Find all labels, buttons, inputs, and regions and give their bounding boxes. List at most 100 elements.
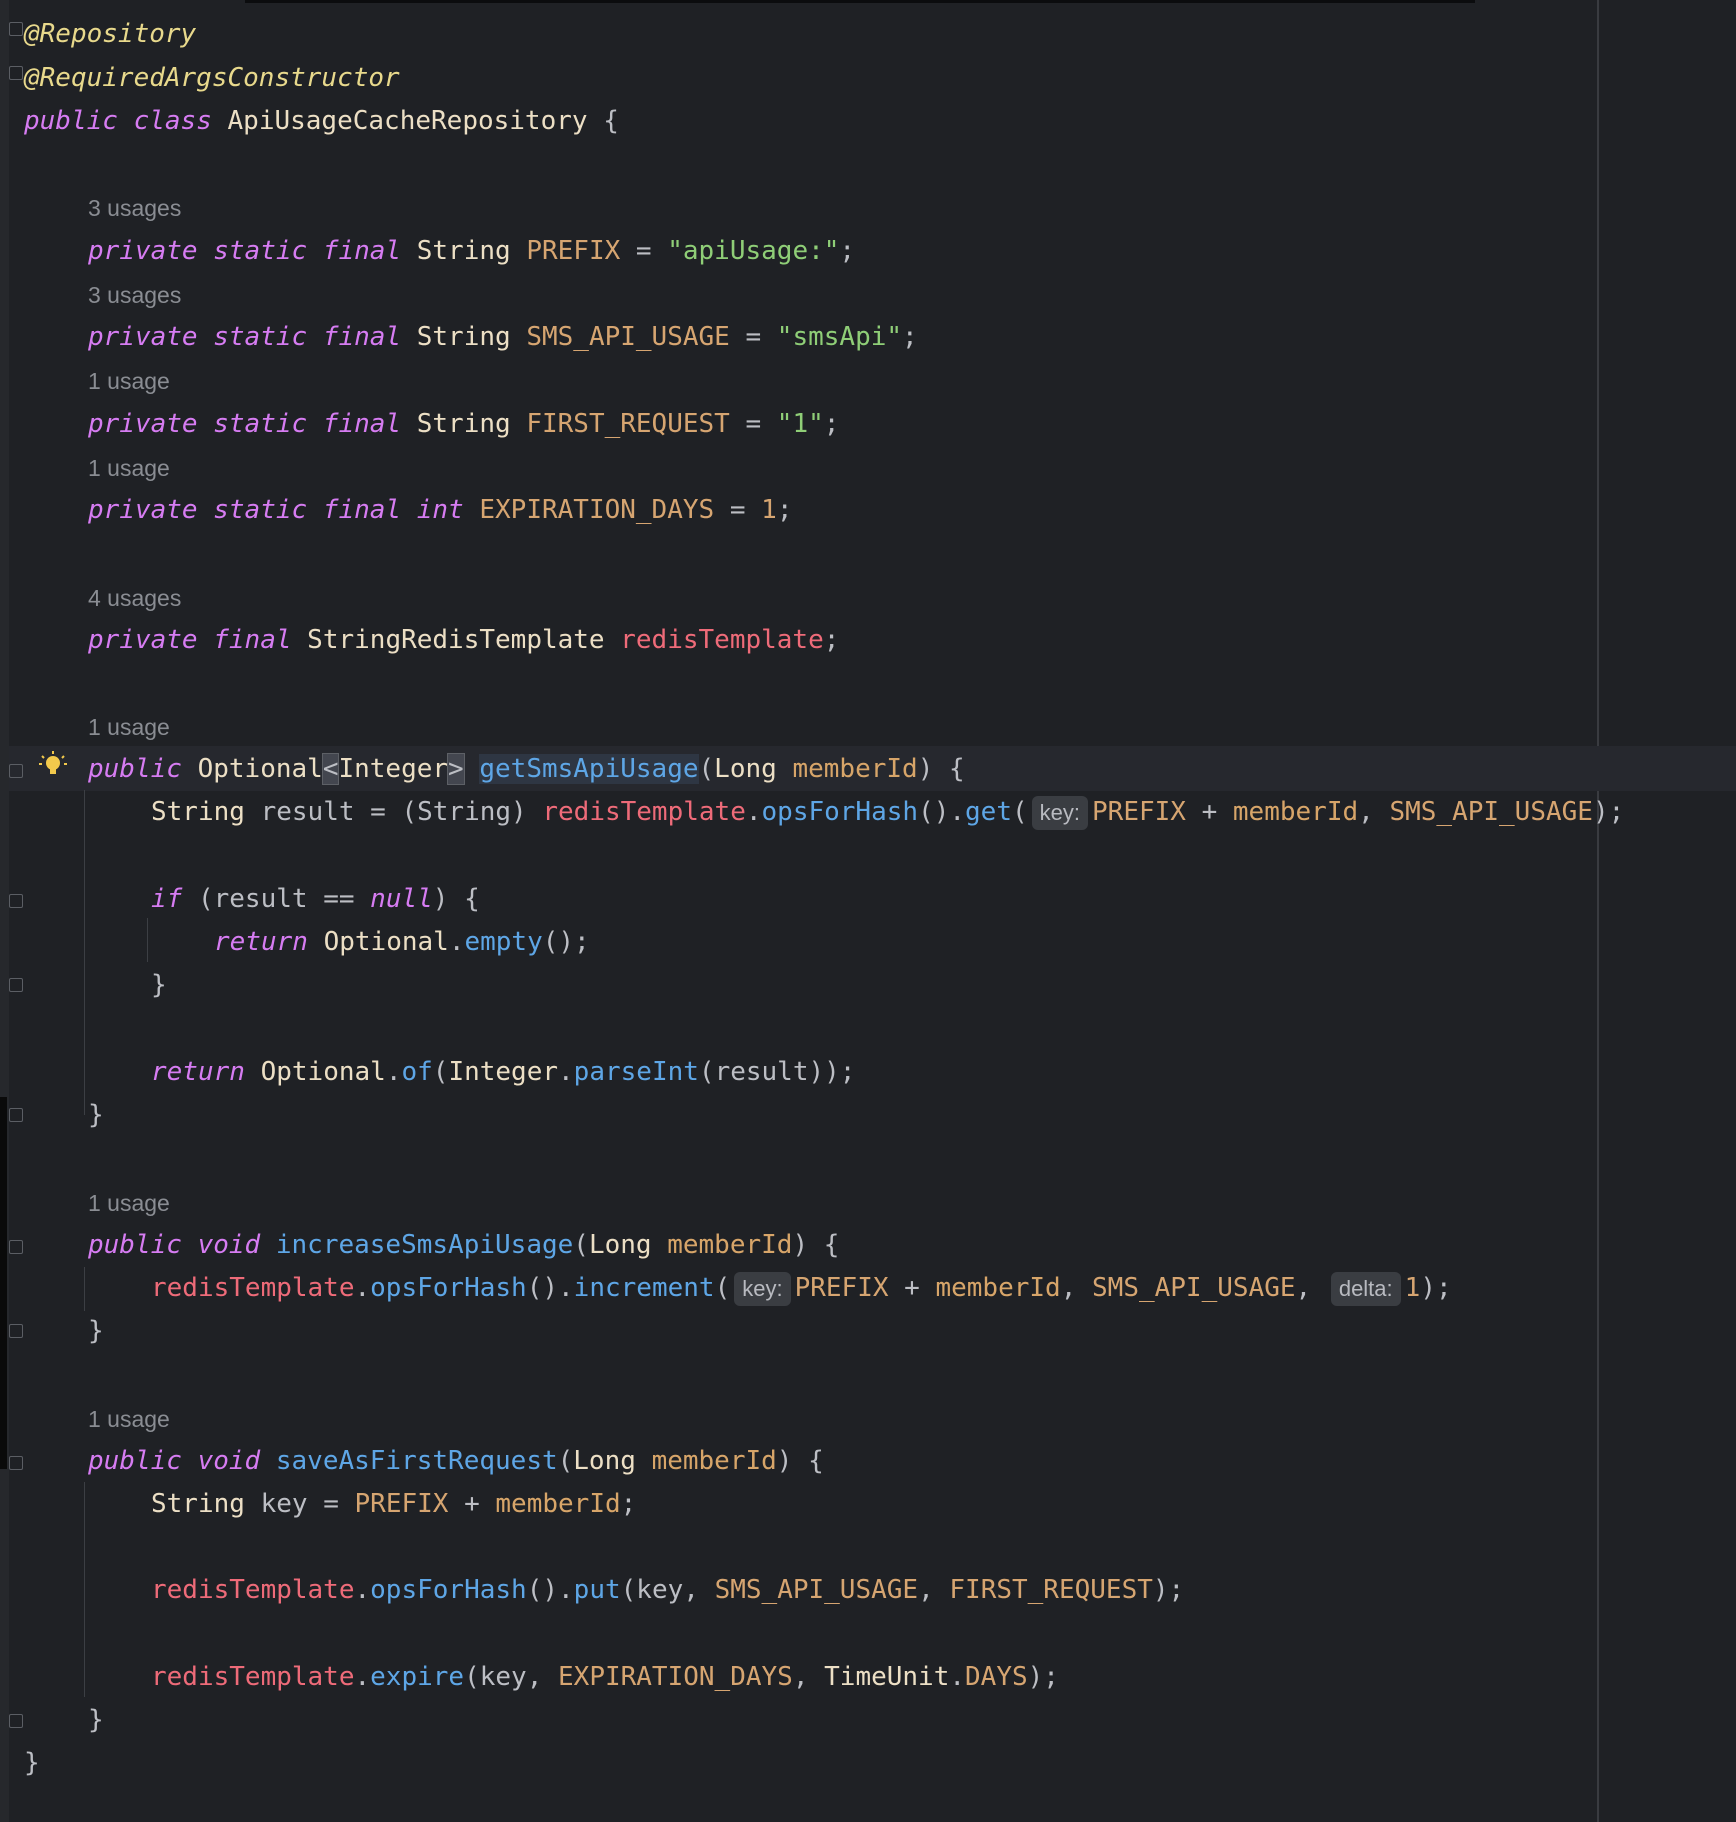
brace: { [603,106,619,136]
type: Optional [323,927,449,957]
code-line[interactable]: public void increaseSmsApiUsage(Long mem… [88,1223,839,1267]
cast: (String) [401,797,527,827]
keyword: return [214,927,308,957]
keyword: final [213,625,292,655]
type: Long [714,754,777,784]
parameter-hint: delta: [1330,1271,1401,1306]
code-line[interactable]: String key = PREFIX + memberId; [151,1482,636,1526]
type: String [151,797,245,827]
code-line[interactable]: public class ApiUsageCacheRepository { [24,99,619,143]
usages-hint[interactable]: 3 usages [88,188,181,228]
code-line[interactable]: public Optional<Integer> getSmsApiUsage(… [88,747,965,791]
code-line[interactable]: } [88,1093,104,1137]
keyword: static [213,495,308,525]
fold-marker[interactable] [9,1714,23,1728]
fold-marker[interactable] [9,1108,23,1122]
code-line[interactable]: } [88,1698,104,1742]
parameter: memberId [1232,797,1359,827]
code-line[interactable]: @Repository [24,12,196,56]
usages-hint[interactable]: 1 usage [88,448,170,488]
usages-hint[interactable]: 1 usage [88,1399,170,1439]
indent-guide [84,1267,85,1311]
type: String [416,409,511,439]
keyword: public [88,754,182,784]
constant: FIRST_REQUEST [526,409,730,439]
usages-hint[interactable]: 1 usage [88,1183,170,1223]
constant: PREFIX [794,1273,889,1303]
code-line[interactable]: } [24,1741,40,1785]
usages-hint[interactable]: 4 usages [88,578,181,618]
constant: EXPIRATION_DAYS [558,1662,793,1692]
keyword: private [88,409,198,439]
variable: key [479,1662,527,1692]
method-call: get [965,797,1012,827]
fold-marker[interactable] [9,66,23,80]
code-line[interactable]: private static final String PREFIX = "ap… [88,229,855,273]
method-call: put [573,1575,621,1605]
code-line[interactable]: redisTemplate.opsForHash().put(key, SMS_… [151,1568,1184,1612]
method-name: getSmsApiUsage [479,754,699,784]
code-line[interactable]: @RequiredArgsConstructor [24,56,400,100]
code-line[interactable]: return Optional.of(Integer.parseInt(resu… [151,1050,855,1094]
lightbulb-icon[interactable] [38,750,68,780]
code-editor[interactable]: @Repository @RequiredArgsConstructor pub… [0,0,1736,1822]
usages-hint[interactable]: 3 usages [88,275,181,315]
usages-hint[interactable]: 1 usage [88,707,170,747]
fold-marker[interactable] [9,764,23,778]
keyword: final [322,409,402,439]
code-line[interactable]: private static final String SMS_API_USAG… [88,315,918,359]
parameter-hint: key: [1031,795,1089,830]
code-line[interactable]: if (result == null) { [151,877,480,921]
field: redisTemplate [620,625,824,655]
field: redisTemplate [151,1575,355,1605]
method-call: opsForHash [370,1273,527,1303]
keyword: private [88,322,198,352]
fold-marker[interactable] [9,978,23,992]
method-call: of [401,1057,433,1087]
parameter: memberId [792,754,918,784]
class-name: ApiUsageCacheRepository [227,106,588,136]
fold-marker[interactable] [9,22,23,36]
variable: result [213,884,308,914]
string-literal: "apiUsage:" [667,236,840,266]
type: Optional [197,754,323,784]
code-line[interactable]: } [151,963,167,1007]
keyword: int [416,495,464,525]
fold-marker[interactable] [9,1240,23,1254]
type: Long [588,1230,652,1260]
code-line[interactable]: redisTemplate.expire(key, EXPIRATION_DAY… [151,1655,1059,1699]
code-line[interactable]: private final StringRedisTemplate redisT… [88,618,839,662]
constant: PREFIX [526,236,621,266]
field: redisTemplate [151,1273,355,1303]
constant: SMS_API_USAGE [526,322,730,352]
code-line[interactable]: redisTemplate.opsForHash().increment(key… [151,1266,1452,1310]
code-line[interactable]: public void saveAsFirstRequest(Long memb… [88,1439,824,1483]
code-line[interactable]: String result = (String) redisTemplate.o… [151,790,1624,834]
method-call: parseInt [573,1057,699,1087]
variable: result [714,1057,809,1087]
fold-marker[interactable] [9,894,23,908]
fold-marker[interactable] [9,1456,23,1470]
code-line[interactable]: return Optional.empty(); [214,920,590,964]
code-line[interactable]: private static final String FIRST_REQUES… [88,402,839,446]
parameter: memberId [495,1489,621,1519]
code-line[interactable]: private static final int EXPIRATION_DAYS… [88,488,792,532]
usages-hint[interactable]: 1 usage [88,361,170,401]
parameter-hint: key: [734,1271,791,1306]
editor-top-border [245,0,1475,3]
parameter: memberId [667,1230,793,1260]
keyword: static [213,322,308,352]
keyword: public [88,1446,182,1476]
fold-marker[interactable] [9,1324,23,1338]
editor-gutter [0,0,9,1822]
keyword: static [213,236,308,266]
method-name: increaseSmsApiUsage [275,1230,574,1260]
constant: SMS_API_USAGE [1092,1273,1296,1303]
bracket-highlight: > [447,753,465,785]
code-line[interactable]: } [88,1309,104,1353]
constant: SMS_API_USAGE [714,1575,919,1605]
type: Integer [338,754,449,784]
type: TimeUnit [824,1662,950,1692]
keyword: final [322,236,402,266]
method-call: opsForHash [761,797,919,827]
